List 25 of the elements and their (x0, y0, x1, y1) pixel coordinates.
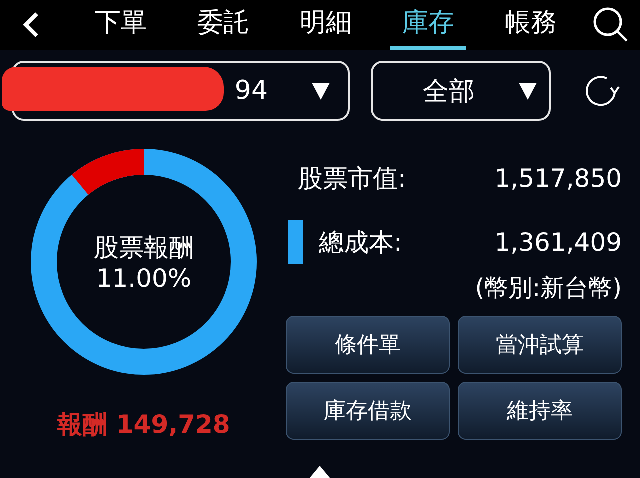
reward-amount: 報酬 149,728 (58, 409, 230, 441)
expand-arrow-icon[interactable] (310, 466, 330, 478)
filter-dropdown[interactable]: 全部 (371, 61, 551, 121)
stat-value: 1,517,850 (494, 164, 622, 192)
tab[interactable]: 庫存 (390, 0, 466, 50)
dropdown-arrow-icon (519, 82, 537, 100)
stat-value: 1,361,409 (494, 228, 622, 256)
back-icon[interactable] (22, 11, 40, 39)
action-button[interactable]: 維持率 (458, 382, 622, 440)
ring-percent: 11.00% (96, 264, 192, 293)
filter-value: 全部 (423, 76, 475, 108)
tab[interactable]: 帳務 (492, 0, 569, 50)
action-button[interactable]: 條件單 (286, 316, 450, 374)
search-icon[interactable] (592, 6, 630, 44)
dropdown-arrow-icon (312, 82, 330, 100)
tab[interactable]: 明細 (288, 0, 364, 50)
action-button[interactable]: 當沖試算 (458, 316, 622, 374)
action-button[interactable]: 庫存借款 (286, 382, 450, 440)
ring-title: 股票報酬 (94, 232, 194, 264)
stat-label: 股票市值: (298, 162, 408, 194)
tab[interactable]: 下單 (83, 0, 160, 50)
account-number: 94 (234, 76, 268, 106)
stat-label: 總成本: (319, 226, 404, 258)
currency-note: (幣別:新台幣) (474, 273, 622, 304)
tab[interactable]: 委託 (186, 0, 262, 50)
